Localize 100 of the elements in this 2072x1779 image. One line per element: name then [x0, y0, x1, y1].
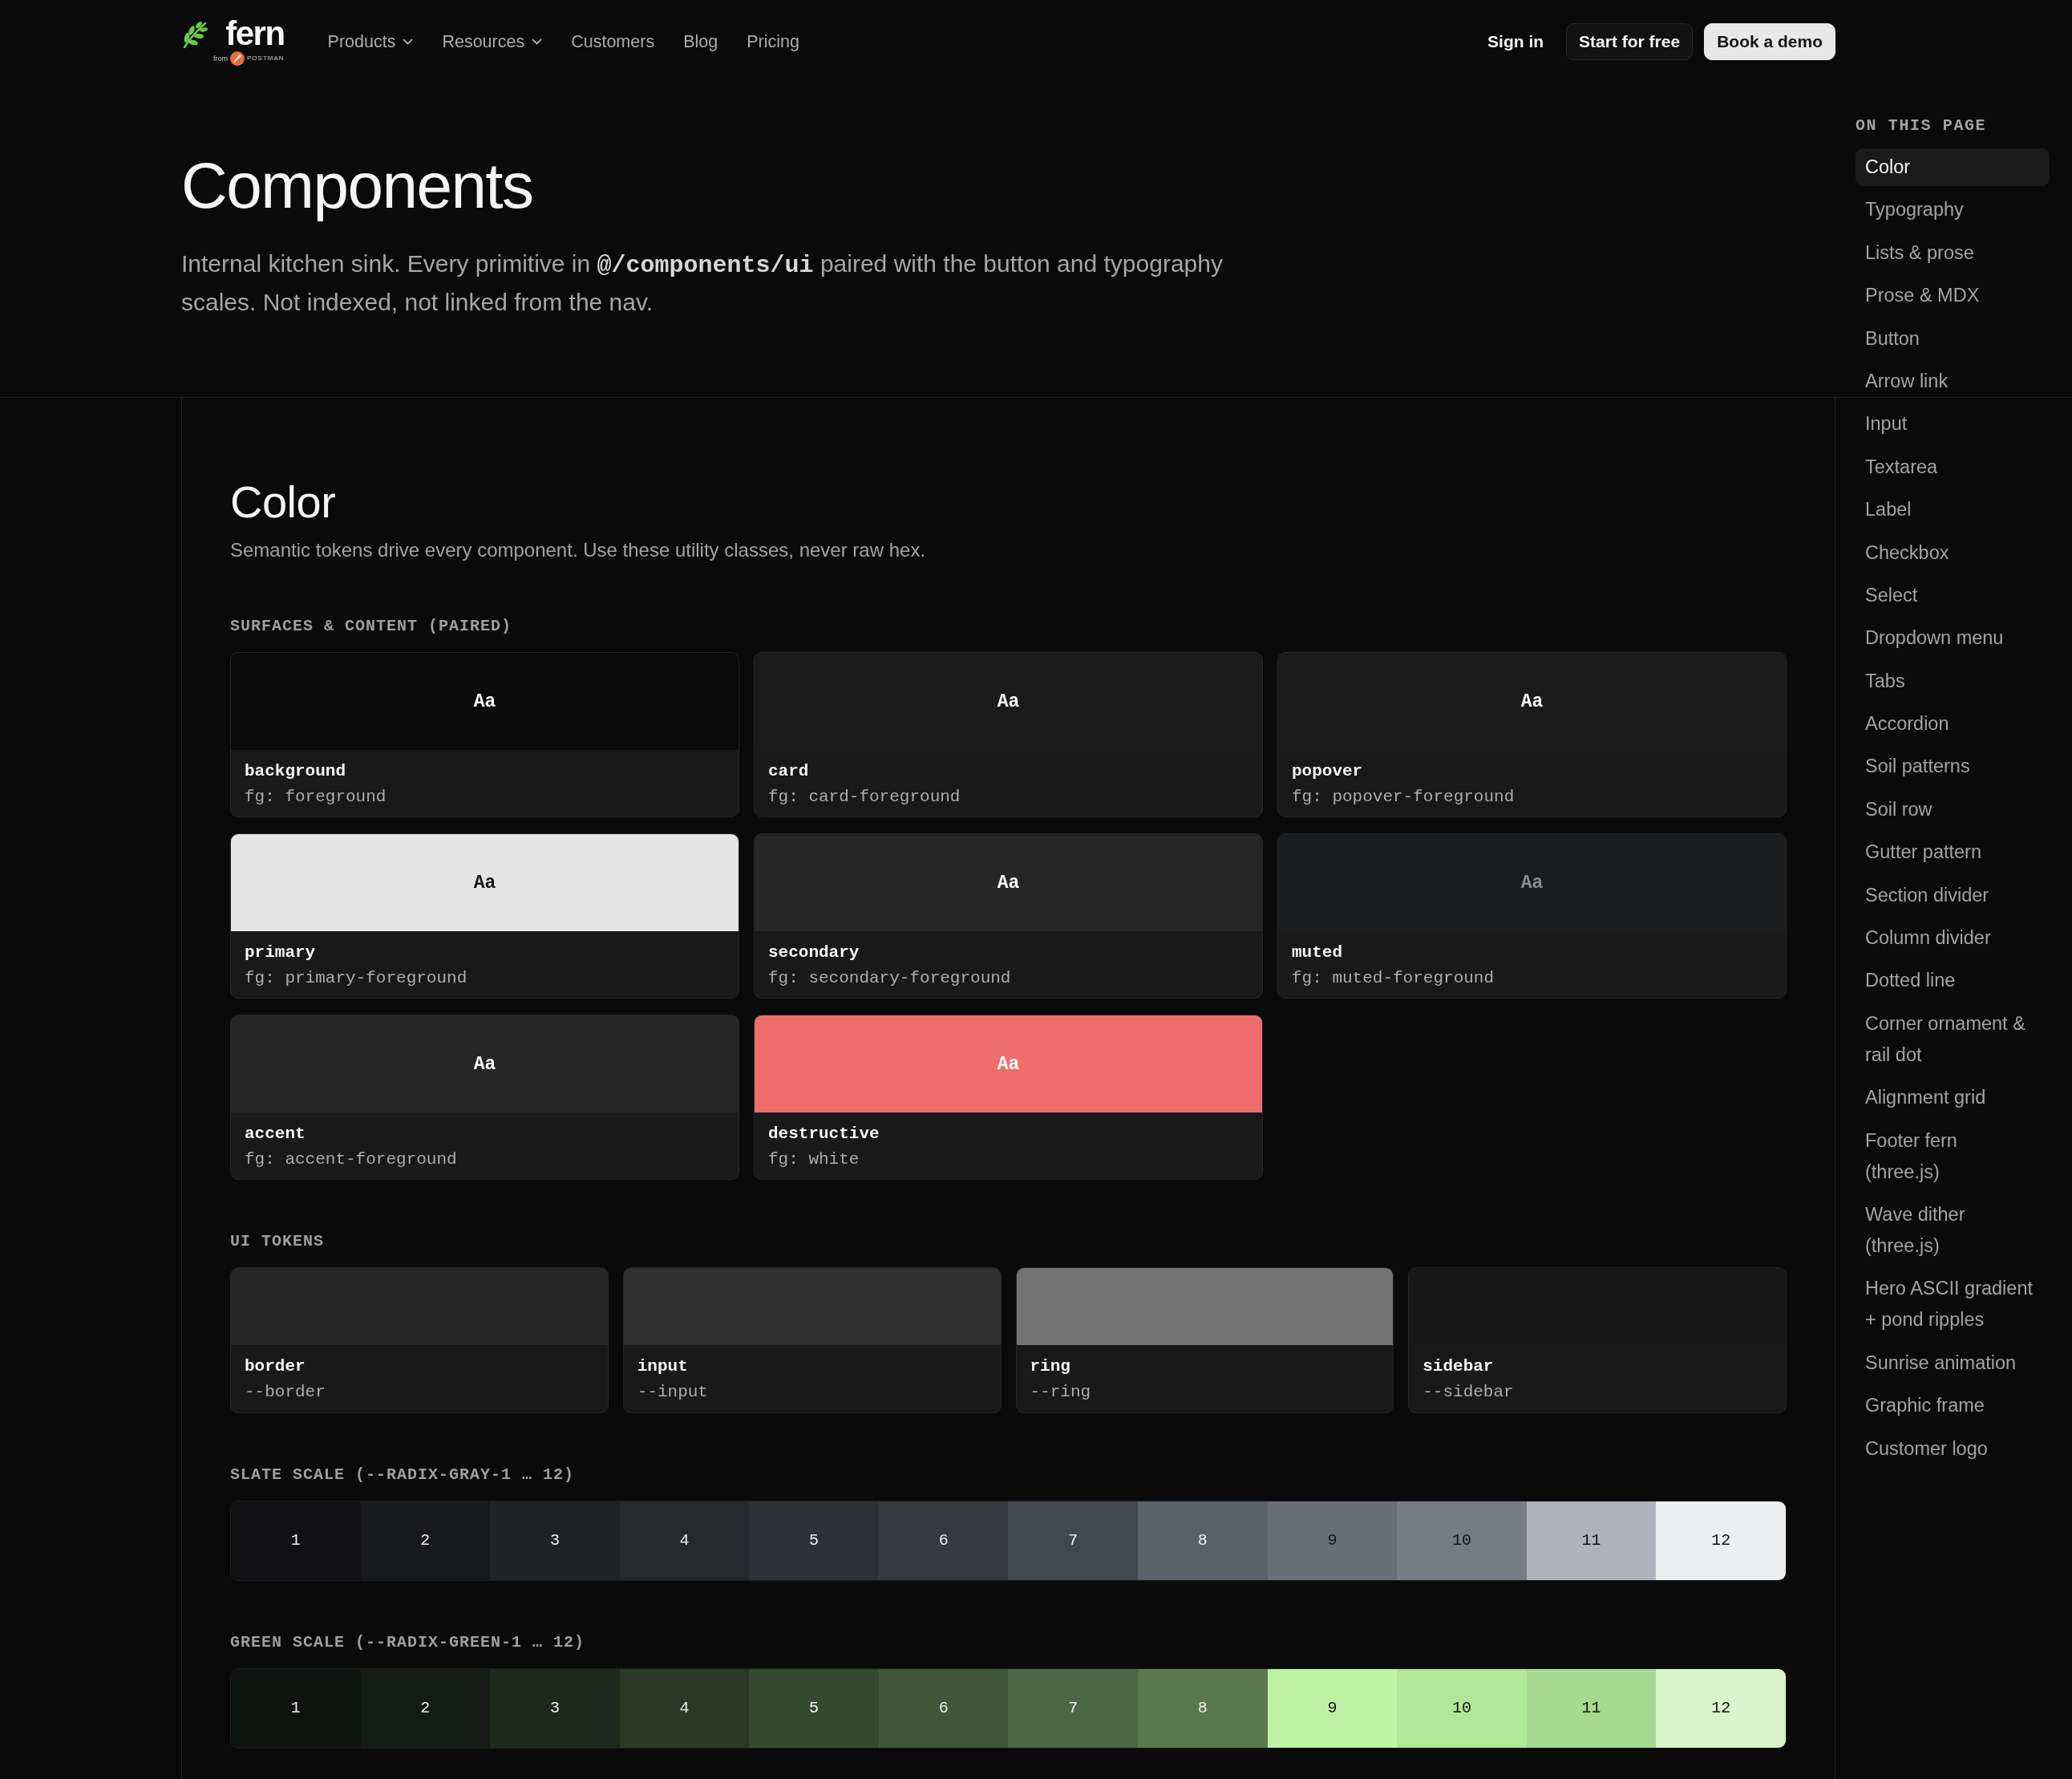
toc-link[interactable]: Wave dither (three.js) [1855, 1196, 2050, 1265]
nav-menu-link[interactable]: Products [327, 28, 414, 55]
token-name: ring [1030, 1356, 1070, 1377]
toc-link[interactable]: Gutter pattern [1855, 833, 2050, 872]
secondary-button[interactable]: Start for free [1566, 23, 1694, 60]
scale-step: 4 [619, 1669, 750, 1748]
toc-link[interactable]: Checkbox [1855, 533, 2050, 572]
nav-link[interactable]: Blog [683, 28, 718, 55]
toc-link[interactable]: Dropdown menu [1855, 619, 2050, 658]
token-variable: --input [637, 1382, 708, 1403]
partner-name: POSTMAN [247, 53, 285, 63]
scale-step: 12 [1656, 1501, 1786, 1580]
token-detail: fg: accent-foreground [245, 1149, 457, 1170]
toc-link[interactable]: Column divider [1855, 919, 2050, 958]
token-name: primary [245, 942, 316, 963]
group-label: SURFACES & CONTENT (PAIRED) [230, 616, 513, 637]
toc-heading: ON THIS PAGE [1855, 115, 1988, 136]
scale-step: 10 [1397, 1501, 1527, 1580]
toc-link[interactable]: Soil patterns [1855, 748, 2050, 786]
toc-link[interactable]: Customer logo [1855, 1429, 2050, 1468]
scale-step: 7 [1008, 1501, 1139, 1580]
scale-step: 9 [1267, 1501, 1398, 1580]
toc-link[interactable]: Hero ASCII gradient + pond ripples [1855, 1270, 2050, 1339]
toc-link[interactable]: Button [1855, 319, 2050, 358]
scale-step: 11 [1526, 1501, 1657, 1580]
toc-link[interactable]: Input [1855, 405, 2050, 444]
group-label: UI TOKENS [230, 1231, 326, 1252]
group-label: SLATE SCALE (--RADIX-GRAY-1 … 12) [230, 1465, 576, 1485]
sample-text: Aa [473, 871, 496, 895]
scale-step: 2 [360, 1501, 491, 1580]
sample-text: Aa [1520, 871, 1544, 895]
logo-wordmark[interactable]: fern [225, 19, 285, 47]
scale-step: 7 [1008, 1669, 1139, 1748]
sample-text: Aa [997, 1052, 1020, 1076]
scale-step: 3 [490, 1669, 620, 1748]
scale-step: 3 [490, 1501, 620, 1580]
toc-link[interactable]: Select [1855, 576, 2050, 614]
token-detail: fg: secondary-foreground [768, 968, 1011, 989]
token-detail: fg: foreground [245, 787, 386, 808]
token-detail: fg: card-foreground [768, 787, 961, 808]
token-variable: --border [245, 1382, 326, 1403]
sprig-icon [181, 20, 208, 48]
toc-link[interactable]: Lists & prose [1855, 233, 2050, 272]
token-name: card [768, 761, 809, 782]
toc-link[interactable]: Color [1855, 148, 2050, 186]
scale-step: 5 [749, 1501, 879, 1580]
toc-link[interactable]: Dotted line [1855, 962, 2050, 1000]
toc-link[interactable]: Graphic frame [1855, 1387, 2050, 1425]
scale-step: 8 [1138, 1501, 1268, 1580]
toc-link[interactable]: Arrow link [1855, 362, 2050, 400]
sample-text: Aa [1520, 690, 1544, 714]
sample-text: Aa [997, 690, 1020, 714]
toc-link[interactable]: Soil row [1855, 790, 2050, 829]
toc-link[interactable]: Prose & MDX [1855, 277, 2050, 315]
toc-link[interactable]: Alignment grid [1855, 1079, 2050, 1117]
token-name: accent [245, 1124, 306, 1145]
signin-link[interactable]: Sign in [1487, 29, 1544, 55]
token-detail: fg: muted-foreground [1292, 968, 1495, 989]
token-variable: --ring [1030, 1382, 1091, 1403]
nav-link[interactable]: Customers [571, 28, 655, 55]
scale-step: 1 [231, 1501, 361, 1580]
nav-menu-link[interactable]: Resources [442, 28, 543, 55]
token-name: popover [1292, 761, 1363, 782]
sample-text: Aa [473, 1052, 496, 1076]
toc-link[interactable]: Accordion [1855, 705, 2050, 744]
toc-link[interactable]: Sunrise animation [1855, 1343, 2050, 1382]
scale-step: 10 [1397, 1669, 1527, 1748]
toc-link[interactable]: Label [1855, 491, 2050, 529]
section-title: Color [230, 476, 337, 529]
page-description: Internal kitchen sink. Every primitive in @/components/ui paired with the button and typography scales. Not indexed, not linked from the nav. [181, 249, 1224, 317]
token-name: input [637, 1356, 688, 1377]
scale-step: 11 [1526, 1669, 1657, 1748]
sample-text: Aa [473, 690, 496, 714]
toc-link[interactable]: Section divider [1855, 876, 2050, 914]
token-name: muted [1292, 942, 1342, 963]
primary-button[interactable]: Book a demo [1704, 23, 1835, 60]
badge-icon [230, 51, 245, 66]
toc-link[interactable]: Footer fern (three.js) [1855, 1121, 2050, 1191]
group-label: GREEN SCALE (--RADIX-GREEN-1 … 12) [230, 1632, 586, 1653]
section-subtitle: Semantic tokens drive every component. Use these utility classes, never raw hex. [230, 538, 927, 562]
token-name: sidebar [1422, 1356, 1494, 1377]
toc-link[interactable]: Tabs [1855, 662, 2050, 700]
scale-step: 5 [749, 1669, 879, 1748]
scale-step: 1 [231, 1669, 361, 1748]
scale-step: 2 [360, 1669, 491, 1748]
sample-text: Aa [997, 871, 1020, 895]
scale-step: 9 [1267, 1669, 1398, 1748]
token-name: border [245, 1356, 306, 1377]
toc-link[interactable]: Textarea [1855, 448, 2050, 486]
page-title: Components [181, 151, 534, 221]
nav-link[interactable]: Pricing [747, 28, 799, 55]
toc-link[interactable]: Corner ornament & rail dot [1855, 1004, 2050, 1074]
token-detail: fg: popover-foreground [1292, 787, 1515, 808]
scale-step: 4 [619, 1501, 750, 1580]
token-detail: fg: white [768, 1149, 860, 1170]
logo-tagline: from [213, 53, 228, 63]
toc-link[interactable]: Typography [1855, 191, 2050, 229]
token-name: secondary [768, 942, 860, 963]
token-name: background [245, 761, 346, 782]
scale-step: 6 [878, 1669, 1009, 1748]
